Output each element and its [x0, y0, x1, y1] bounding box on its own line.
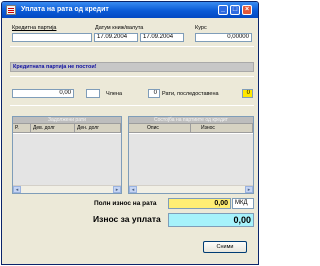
- status-message: Кредитната партија не постои!: [10, 62, 254, 72]
- grid-body: [13, 134, 121, 185]
- divider: [10, 46, 254, 47]
- column-header[interactable]: Дев. долг: [31, 124, 75, 133]
- window-title: Уплата на рата од кредит: [21, 6, 109, 13]
- payment-amount-field[interactable]: 0,00: [168, 213, 254, 227]
- rate-count-label: Рати, последоставена: [162, 91, 219, 97]
- app-icon: [6, 5, 16, 15]
- title-bar[interactable]: Уплата на рата од кредит _ □ ×: [2, 2, 258, 18]
- book-date-input[interactable]: 17.09.2004: [94, 33, 138, 42]
- horizontal-scrollbar[interactable]: ◂ ▸: [13, 185, 121, 193]
- installment-amount-input[interactable]: 0,00: [12, 89, 74, 98]
- minimize-icon[interactable]: _: [218, 5, 228, 15]
- full-amount-field[interactable]: 0,00: [168, 198, 231, 209]
- value-date-input[interactable]: 17.09.2004: [140, 33, 184, 42]
- credit-status-grid[interactable]: Состојба на партиите од кредит Опис Изно…: [128, 116, 254, 194]
- scroll-right-icon[interactable]: ▸: [245, 186, 253, 193]
- close-icon[interactable]: ×: [242, 5, 252, 15]
- column-header[interactable]: Р.: [13, 124, 31, 133]
- divider: [10, 105, 254, 106]
- grid-group-header: Задолжени рати: [13, 117, 121, 124]
- rate-input[interactable]: 0,00000: [195, 33, 252, 42]
- payment-amount-label: Износ за уплата: [93, 214, 161, 224]
- scroll-left-icon[interactable]: ◂: [13, 186, 21, 193]
- divider: [10, 76, 254, 77]
- last-rate-input[interactable]: 0: [242, 89, 253, 98]
- column-header[interactable]: Ден. долг: [75, 124, 121, 133]
- due-installments-grid[interactable]: Задолжени рати Р. Дев. долг Ден. долг ◂ …: [12, 116, 122, 194]
- member-label: Члена: [106, 91, 123, 97]
- column-header[interactable]: Опис: [129, 124, 191, 133]
- currency-field[interactable]: МКД: [232, 198, 254, 209]
- rate-count-input[interactable]: 0: [148, 89, 160, 98]
- column-header[interactable]: Износ: [191, 124, 253, 133]
- save-button[interactable]: Сними: [203, 241, 247, 253]
- dates-label: Датум книж/валута: [95, 25, 144, 31]
- scroll-right-icon[interactable]: ▸: [113, 186, 121, 193]
- grid-body: [129, 134, 253, 185]
- full-amount-label: Полн износ на рата: [94, 200, 157, 207]
- maximize-icon[interactable]: □: [230, 5, 240, 15]
- scroll-left-icon[interactable]: ◂: [129, 186, 137, 193]
- payment-dialog: Уплата на рата од кредит _ □ × Кредитна …: [1, 1, 259, 265]
- member-input[interactable]: [86, 89, 100, 98]
- credit-account-label[interactable]: Кредитна партија: [12, 25, 56, 31]
- rate-label: Курс: [195, 25, 207, 31]
- horizontal-scrollbar[interactable]: ◂ ▸: [129, 185, 253, 193]
- grid-group-header: Состојба на партиите од кредит: [129, 117, 253, 124]
- credit-account-input[interactable]: [12, 33, 92, 42]
